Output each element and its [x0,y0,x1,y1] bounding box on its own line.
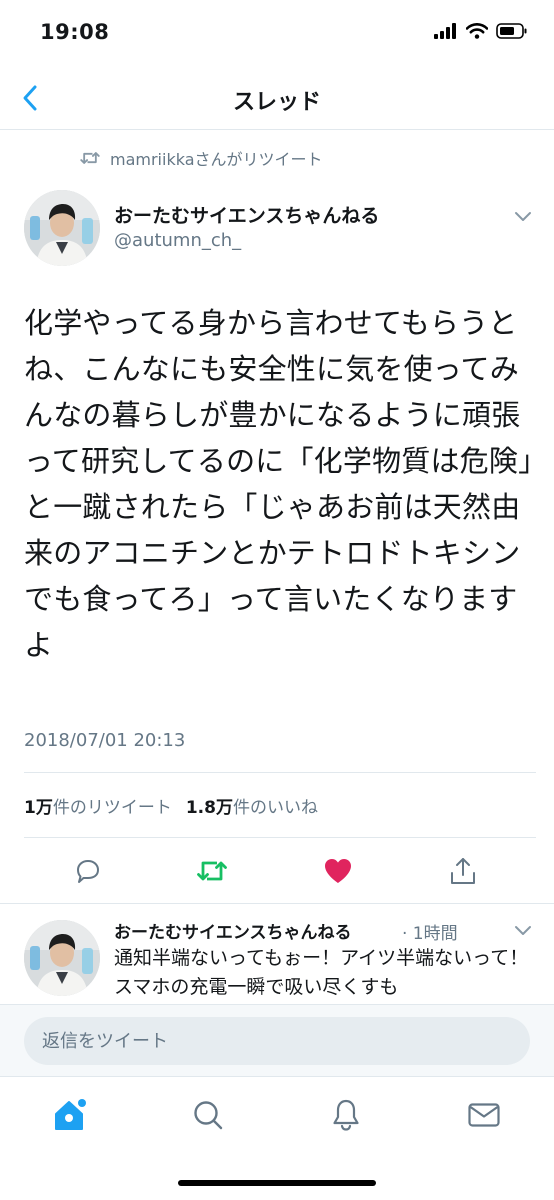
like-count-label: 件のいいね [232,797,318,818]
battery-icon [496,23,527,39]
author-name[interactable]: おーたむサイエンスちゃんねる [114,201,379,228]
share-button[interactable] [446,854,480,888]
reply-composer [0,1004,554,1076]
retweet-count-label: 件のリツイート [52,797,172,818]
tab-notifications[interactable] [326,1095,366,1135]
author-avatar[interactable] [24,190,100,266]
home-indicator[interactable] [178,1180,376,1186]
page-title: スレッド [232,90,321,115]
tab-search[interactable] [188,1095,228,1135]
tweet-timestamp: 2018/07/01 20:13 [24,730,186,751]
wifi-icon [466,23,488,39]
reply-icon [77,860,99,883]
reply-text[interactable]: 通知半端ないってもぉー！アイツ半端ないって！スマホの充電一瞬で吸い尽くすも [114,944,534,1002]
author-handle[interactable]: @autumn_ch_ [114,230,241,251]
chevron-down-icon [515,212,531,221]
retweet-icon [197,861,227,881]
chevron-down-icon [515,926,531,935]
reply-time: · 1時間 [402,924,458,944]
cellular-signal-icon [434,23,456,39]
reply-author-name[interactable]: おーたむサイエンスちゃんねる [114,918,352,943]
home-icon [55,1099,86,1130]
reply-options-button[interactable] [514,922,532,941]
search-icon [194,1101,223,1130]
tweet-text: 化学やってる身から言わせてもらうとね、こんなにも安全性に気を使ってみんなの暮らし… [24,306,533,662]
nav-bar: スレッド [0,66,554,130]
reply-author-avatar[interactable] [24,920,100,996]
retweet-context: mamriikkaさんがリツイート [80,146,323,170]
bell-icon [333,1099,359,1131]
tweet-options-button[interactable] [514,208,532,227]
retweet-stat[interactable]: 1万件のリツイート [24,793,172,818]
reply-input[interactable] [24,1017,530,1065]
reply-button[interactable] [71,854,105,888]
status-bar: 19:08 [0,0,554,66]
retweet-count: 1万 [24,797,53,818]
retweet-button[interactable] [195,854,229,888]
retweet-context-label: mamriikkaさんがリツイート [110,150,323,169]
retweet-icon [80,152,100,164]
status-icons [434,23,528,39]
status-time: 19:08 [40,20,110,44]
heart-icon [325,859,351,883]
envelope-icon [468,1103,500,1127]
avatar-image [24,190,100,266]
like-count: 1.8万 [185,797,233,818]
tab-home[interactable] [50,1095,90,1135]
tweet-actions [0,838,554,904]
like-stat[interactable]: 1.8万件のいいね [186,793,318,818]
avatar-image [24,920,100,996]
tab-messages[interactable] [464,1095,504,1135]
like-button[interactable] [321,854,355,888]
share-icon [451,858,475,884]
tweet-stats: 1万件のリツイート 1.8万件のいいね [24,772,536,838]
